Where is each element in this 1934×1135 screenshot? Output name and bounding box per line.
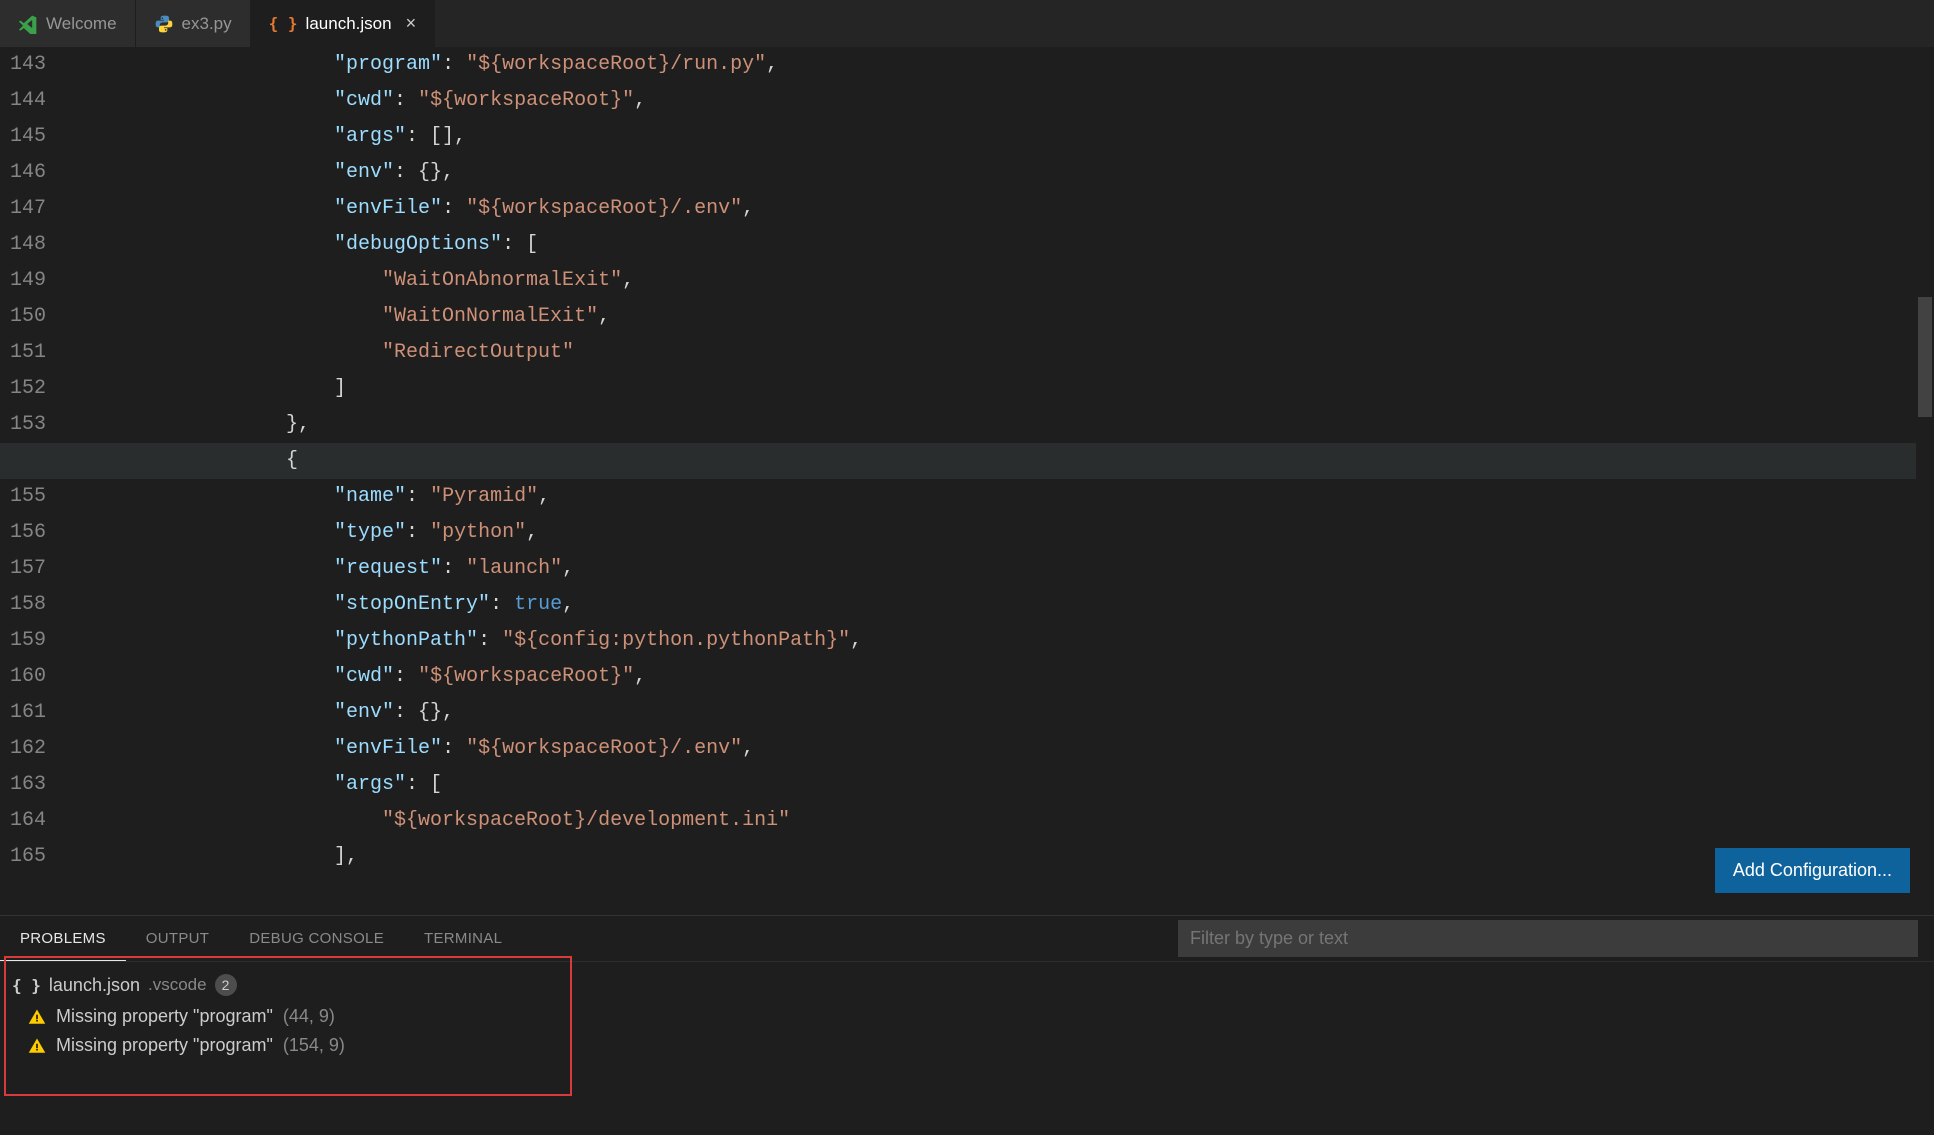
code-line[interactable]: "stopOnEntry": true, bbox=[190, 587, 1934, 623]
problem-message: Missing property "program" bbox=[56, 1035, 273, 1056]
problem-file-row[interactable]: { } launch.json .vscode 2 bbox=[0, 968, 1934, 1002]
problem-location: (44, 9) bbox=[283, 1006, 335, 1027]
tab-label: ex3.py bbox=[182, 14, 232, 34]
panel-tab-output[interactable]: OUTPUT bbox=[126, 930, 229, 947]
add-configuration-button[interactable]: Add Configuration... bbox=[1715, 848, 1910, 893]
problems-filter[interactable] bbox=[1178, 920, 1918, 957]
code-line[interactable]: "envFile": "${workspaceRoot}/.env", bbox=[190, 191, 1934, 227]
code-line[interactable]: "RedirectOutput" bbox=[190, 335, 1934, 371]
editor-tabs: Welcome ex3.py { } launch.json × bbox=[0, 0, 1934, 47]
problem-file-name: launch.json bbox=[49, 975, 140, 996]
code-line[interactable]: "args": [], bbox=[190, 119, 1934, 155]
problem-location: (154, 9) bbox=[283, 1035, 345, 1056]
problem-item[interactable]: Missing property "program" (44, 9) bbox=[0, 1002, 1934, 1031]
tab-launch-json[interactable]: { } launch.json × bbox=[251, 0, 435, 47]
problem-item[interactable]: Missing property "program" (154, 9) bbox=[0, 1031, 1934, 1060]
fold-gutter bbox=[68, 47, 190, 915]
code-line[interactable]: "WaitOnNormalExit", bbox=[190, 299, 1934, 335]
code-line[interactable]: "request": "launch", bbox=[190, 551, 1934, 587]
code-line[interactable]: "args": [ bbox=[190, 767, 1934, 803]
code-line[interactable]: "pythonPath": "${config:python.pythonPat… bbox=[190, 623, 1934, 659]
problem-file-folder: .vscode bbox=[148, 975, 207, 995]
line-number-gutter: 1431441451461471481491501511521531541551… bbox=[0, 47, 68, 915]
code-line[interactable]: }, bbox=[190, 407, 1934, 443]
code-line[interactable]: "debugOptions": [ bbox=[190, 227, 1934, 263]
warning-icon bbox=[28, 1037, 46, 1055]
code-line[interactable]: "name": "Pyramid", bbox=[190, 479, 1934, 515]
code-line[interactable]: ], bbox=[190, 839, 1934, 875]
python-icon bbox=[154, 14, 174, 34]
code-editor[interactable]: 1431441451461471481491501511521531541551… bbox=[0, 47, 1934, 915]
json-icon: { } bbox=[269, 14, 298, 33]
panel-tab-terminal[interactable]: TERMINAL bbox=[404, 930, 522, 947]
panel-tabs: PROBLEMSOUTPUTDEBUG CONSOLETERMINAL bbox=[0, 916, 1934, 962]
code-line[interactable]: "cwd": "${workspaceRoot}", bbox=[190, 83, 1934, 119]
tab-label: launch.json bbox=[306, 14, 392, 34]
tab-label: Welcome bbox=[46, 14, 117, 34]
code-line[interactable]: "type": "python", bbox=[190, 515, 1934, 551]
panel-tab-problems[interactable]: PROBLEMS bbox=[0, 916, 126, 961]
code-line[interactable]: "program": "${workspaceRoot}/run.py", bbox=[190, 47, 1934, 83]
scrollbar-thumb[interactable] bbox=[1918, 297, 1932, 417]
code-content[interactable]: "program": "${workspaceRoot}/run.py", "c… bbox=[190, 47, 1934, 915]
bottom-panel: PROBLEMSOUTPUTDEBUG CONSOLETERMINAL { } … bbox=[0, 915, 1934, 1135]
vscode-icon bbox=[18, 14, 38, 34]
problem-count-badge: 2 bbox=[215, 974, 237, 996]
filter-input[interactable] bbox=[1178, 920, 1918, 957]
json-icon: { } bbox=[12, 976, 41, 995]
tab-welcome[interactable]: Welcome bbox=[0, 0, 136, 47]
code-line[interactable]: "envFile": "${workspaceRoot}/.env", bbox=[190, 731, 1934, 767]
problems-list: { } launch.json .vscode 2 Missing proper… bbox=[0, 962, 1934, 1066]
problem-message: Missing property "program" bbox=[56, 1006, 273, 1027]
warning-icon bbox=[28, 1008, 46, 1026]
code-line[interactable]: { bbox=[0, 443, 1934, 479]
panel-tab-debug-console[interactable]: DEBUG CONSOLE bbox=[229, 930, 404, 947]
code-line[interactable]: "env": {}, bbox=[190, 155, 1934, 191]
vertical-scrollbar[interactable] bbox=[1916, 47, 1934, 915]
tab-ex3-py[interactable]: ex3.py bbox=[136, 0, 251, 47]
code-line[interactable]: ] bbox=[190, 371, 1934, 407]
code-line[interactable]: "env": {}, bbox=[190, 695, 1934, 731]
close-icon[interactable]: × bbox=[406, 13, 417, 34]
code-line[interactable]: "WaitOnAbnormalExit", bbox=[190, 263, 1934, 299]
code-line[interactable]: "cwd": "${workspaceRoot}", bbox=[190, 659, 1934, 695]
code-line[interactable]: "${workspaceRoot}/development.ini" bbox=[190, 803, 1934, 839]
